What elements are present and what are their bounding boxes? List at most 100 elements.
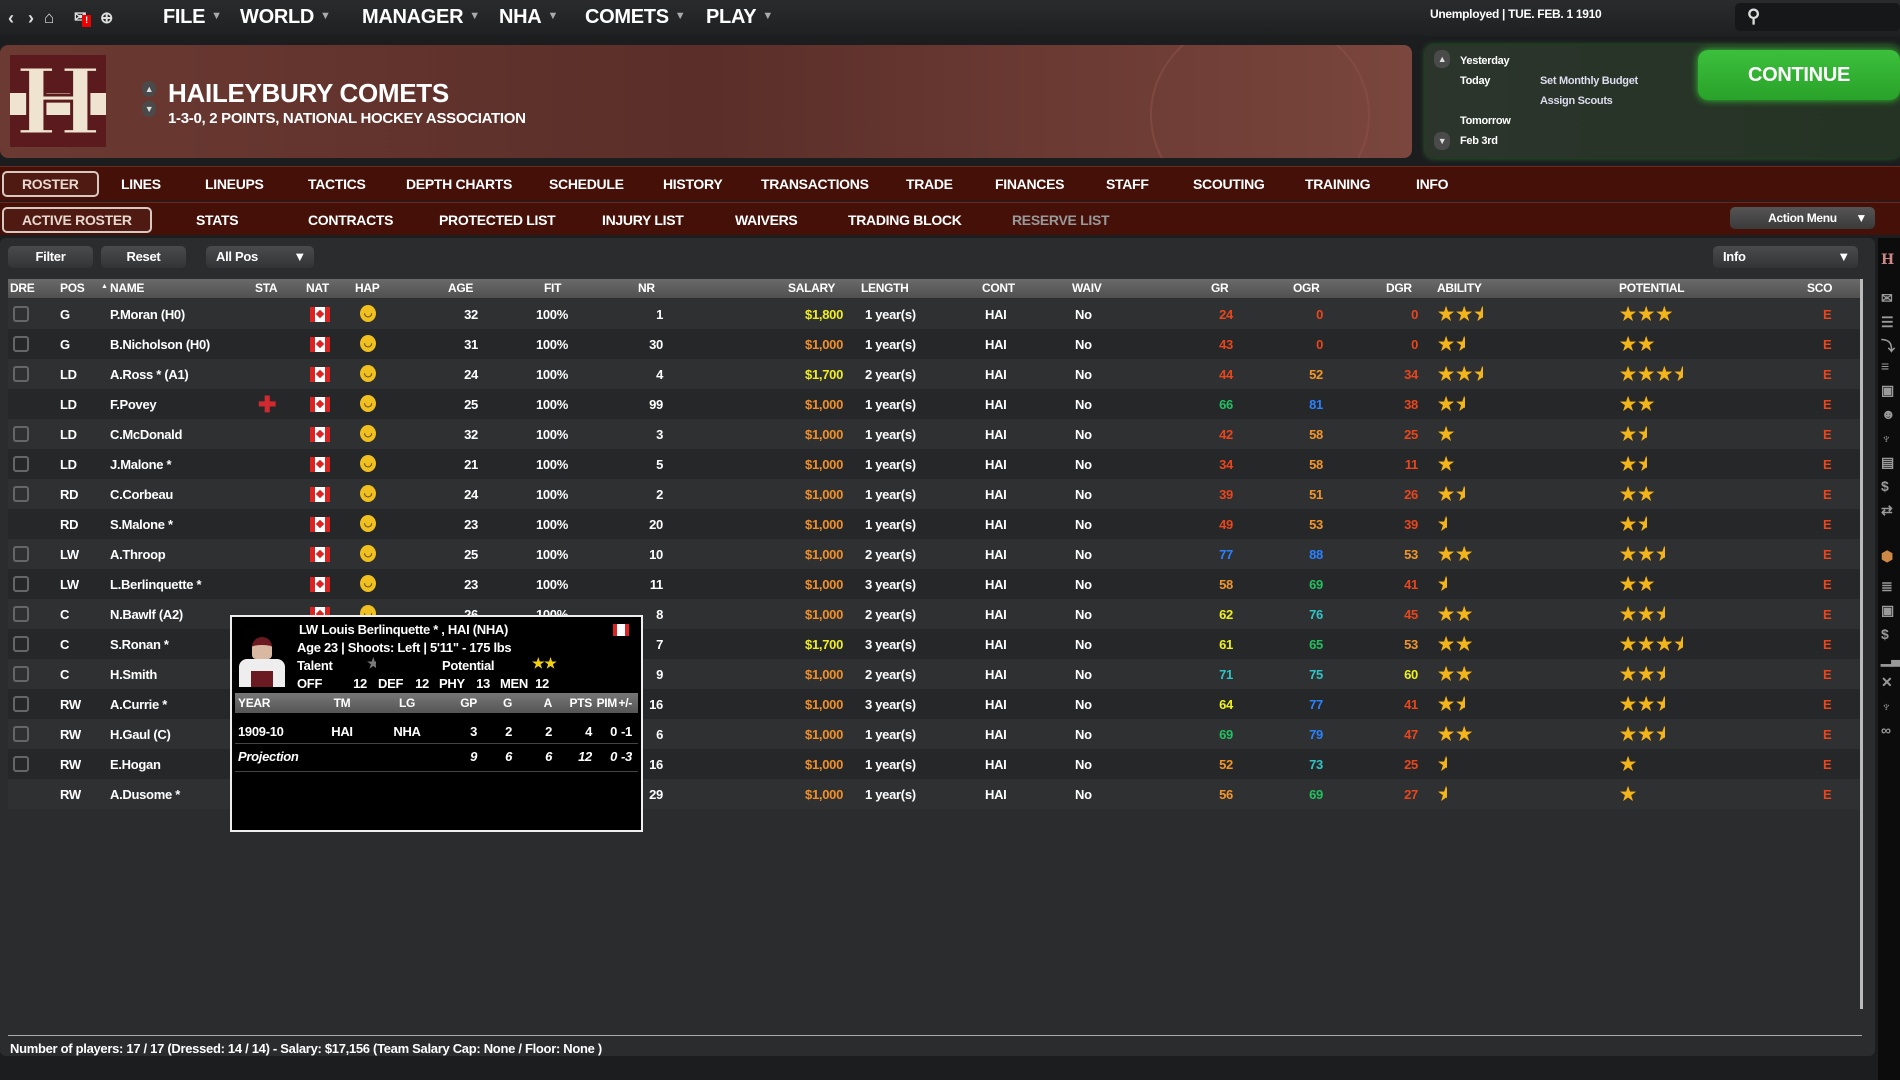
day-yesterday[interactable]: Yesterday: [1460, 55, 1509, 67]
dressed-jersey-icon[interactable]: [13, 456, 29, 472]
prev-team-button[interactable]: ▲: [142, 81, 156, 97]
table-row[interactable]: ◡GP.Moran (H0)32100%1$1,8001 year(s)HAIN…: [8, 299, 1862, 329]
dressed-jersey-icon[interactable]: [13, 546, 29, 562]
dressed-jersey-icon[interactable]: [13, 666, 29, 682]
tab-finances[interactable]: FINANCES: [995, 176, 1064, 192]
tab-info[interactable]: INFO: [1416, 176, 1448, 192]
back-icon[interactable]: ‹: [8, 8, 14, 29]
table-row[interactable]: ✚◡LDF.Povey25100%99$1,0001 year(s)HAINo6…: [8, 389, 1862, 419]
tab-tactics[interactable]: TACTICS: [308, 176, 366, 192]
table-row[interactable]: ◡LDC.McDonald32100%3$1,0001 year(s)HAINo…: [8, 419, 1862, 449]
day-next[interactable]: Feb 3rd: [1460, 135, 1498, 147]
tab-schedule[interactable]: SCHEDULE: [549, 176, 624, 192]
trophy-icon[interactable]: ♆: [1881, 698, 1891, 714]
tab-scouting[interactable]: SCOUTING: [1193, 176, 1265, 192]
table-row[interactable]: ◡LWL.Berlinquette *23100%11$1,0003 year(…: [8, 569, 1862, 599]
menu-manager[interactable]: MANAGER▼: [362, 6, 480, 29]
dressed-jersey-icon[interactable]: [13, 426, 29, 442]
dressed-jersey-icon[interactable]: [13, 336, 29, 352]
subtab-reserve-list[interactable]: RESERVE LIST: [1012, 212, 1109, 228]
subtab-contracts[interactable]: CONTRACTS: [308, 212, 393, 228]
dressed-jersey-icon[interactable]: [13, 486, 29, 502]
tab-trade[interactable]: TRADE: [906, 176, 953, 192]
tab-lines[interactable]: LINES: [121, 176, 161, 192]
day-tomorrow[interactable]: Tomorrow: [1460, 115, 1511, 127]
next-team-button[interactable]: ▼: [142, 101, 156, 117]
col-hap[interactable]: HAP: [355, 281, 379, 295]
table-scrollbar[interactable]: [1860, 279, 1863, 1009]
menu-comets[interactable]: COMETS▼: [585, 6, 685, 29]
continue-button[interactable]: CONTINUE: [1698, 50, 1900, 100]
menu-nha[interactable]: NHA▼: [499, 6, 558, 29]
col-ability[interactable]: ABILITY: [1437, 281, 1482, 295]
table-row[interactable]: ◡RDS.Malone *23100%20$1,0001 year(s)HAIN…: [8, 509, 1862, 539]
reset-button[interactable]: Reset: [101, 246, 186, 268]
search-input[interactable]: ⚲: [1735, 3, 1900, 31]
menu-file[interactable]: FILE▼: [163, 6, 222, 29]
task-item[interactable]: Set Monthly Budget: [1540, 75, 1638, 87]
lines-icon[interactable]: ⤵: [1881, 336, 1895, 356]
col-sta[interactable]: STA: [255, 281, 277, 295]
schedule-icon[interactable]: ▣: [1881, 602, 1894, 619]
day-today[interactable]: Today: [1460, 75, 1490, 87]
globe-icon[interactable]: ⊕: [100, 8, 113, 28]
dressed-jersey-icon[interactable]: [13, 726, 29, 742]
col-potential[interactable]: POTENTIAL: [1619, 281, 1684, 295]
subtab-protected-list[interactable]: PROTECTED LIST: [439, 212, 555, 228]
col-ogr[interactable]: OGR: [1293, 281, 1319, 295]
subtab-active-roster[interactable]: ACTIVE ROSTER: [2, 207, 152, 233]
table-row[interactable]: ◡LWA.Throop25100%10$1,0002 year(s)HAINo7…: [8, 539, 1862, 569]
table-row[interactable]: ◡LDJ.Malone *21100%5$1,0001 year(s)HAINo…: [8, 449, 1862, 479]
col-name[interactable]: NAME: [110, 281, 144, 295]
binoculars-icon[interactable]: ∞: [1881, 722, 1891, 738]
team-logo-icon[interactable]: H: [1881, 252, 1894, 268]
sticks-icon[interactable]: ✕: [1881, 674, 1892, 691]
col-fit[interactable]: FIT: [544, 281, 561, 295]
list-icon[interactable]: ≡: [1881, 358, 1889, 374]
home-icon[interactable]: ⌂: [44, 8, 54, 28]
trophy-icon[interactable]: ♆: [1881, 430, 1891, 446]
col-nat[interactable]: NAT: [306, 281, 329, 295]
tab-roster[interactable]: ROSTER: [2, 171, 99, 197]
trade-icon[interactable]: ⇄: [1881, 502, 1892, 519]
subtab-trading-block[interactable]: TRADING BLOCK: [848, 212, 962, 228]
forward-icon[interactable]: ›: [28, 8, 34, 29]
staff-icon[interactable]: ☻: [1881, 406, 1895, 422]
table-row[interactable]: ◡LDA.Ross * (A1)24100%4$1,7002 year(s)HA…: [8, 359, 1862, 389]
view-select[interactable]: Info▼: [1713, 246, 1858, 268]
col-sco[interactable]: SCO: [1807, 281, 1832, 295]
tactics-icon[interactable]: ▣: [1881, 382, 1894, 399]
col-nr[interactable]: NR: [638, 281, 655, 295]
subtab-stats[interactable]: STATS: [196, 212, 238, 228]
mail-icon[interactable]: ✉: [1881, 290, 1892, 307]
col-dre[interactable]: DRE: [10, 281, 34, 295]
tab-depth-charts[interactable]: DEPTH CHARTS: [406, 176, 512, 192]
tab-staff[interactable]: STAFF: [1106, 176, 1149, 192]
tab-history[interactable]: HISTORY: [663, 176, 722, 192]
filter-button[interactable]: Filter: [8, 246, 93, 268]
action-menu-dropdown[interactable]: Action Menu ▼: [1730, 207, 1875, 229]
tab-lineups[interactable]: LINEUPS: [205, 176, 264, 192]
col-length[interactable]: LENGTH: [861, 281, 909, 295]
calendar-down-button[interactable]: ▼: [1434, 132, 1450, 150]
dressed-jersey-icon[interactable]: [13, 756, 29, 772]
menu-world[interactable]: WORLD▼: [240, 6, 331, 29]
subtab-injury-list[interactable]: INJURY LIST: [602, 212, 684, 228]
list-icon[interactable]: ≣: [1881, 578, 1892, 595]
finances-icon[interactable]: $: [1881, 478, 1889, 494]
subtab-waivers[interactable]: WAIVERS: [735, 212, 797, 228]
roster-icon[interactable]: ☰: [1881, 314, 1893, 331]
col-gr[interactable]: GR: [1211, 281, 1228, 295]
dressed-jersey-icon[interactable]: [13, 606, 29, 622]
col-salary[interactable]: SALARY: [788, 281, 835, 295]
league-logo-icon[interactable]: ⬢: [1881, 548, 1893, 565]
col-age[interactable]: AGE: [448, 281, 473, 295]
task-item[interactable]: Assign Scouts: [1540, 95, 1613, 107]
dressed-jersey-icon[interactable]: [13, 636, 29, 652]
table-row[interactable]: ◡GB.Nicholson (H0)31100%30$1,0001 year(s…: [8, 329, 1862, 359]
col-cont[interactable]: CONT: [982, 281, 1015, 295]
col-waiv[interactable]: WAIV: [1072, 281, 1101, 295]
position-select[interactable]: All Pos▼: [206, 246, 314, 268]
tab-training[interactable]: TRAINING: [1305, 176, 1370, 192]
calendar-up-button[interactable]: ▲: [1434, 50, 1450, 68]
